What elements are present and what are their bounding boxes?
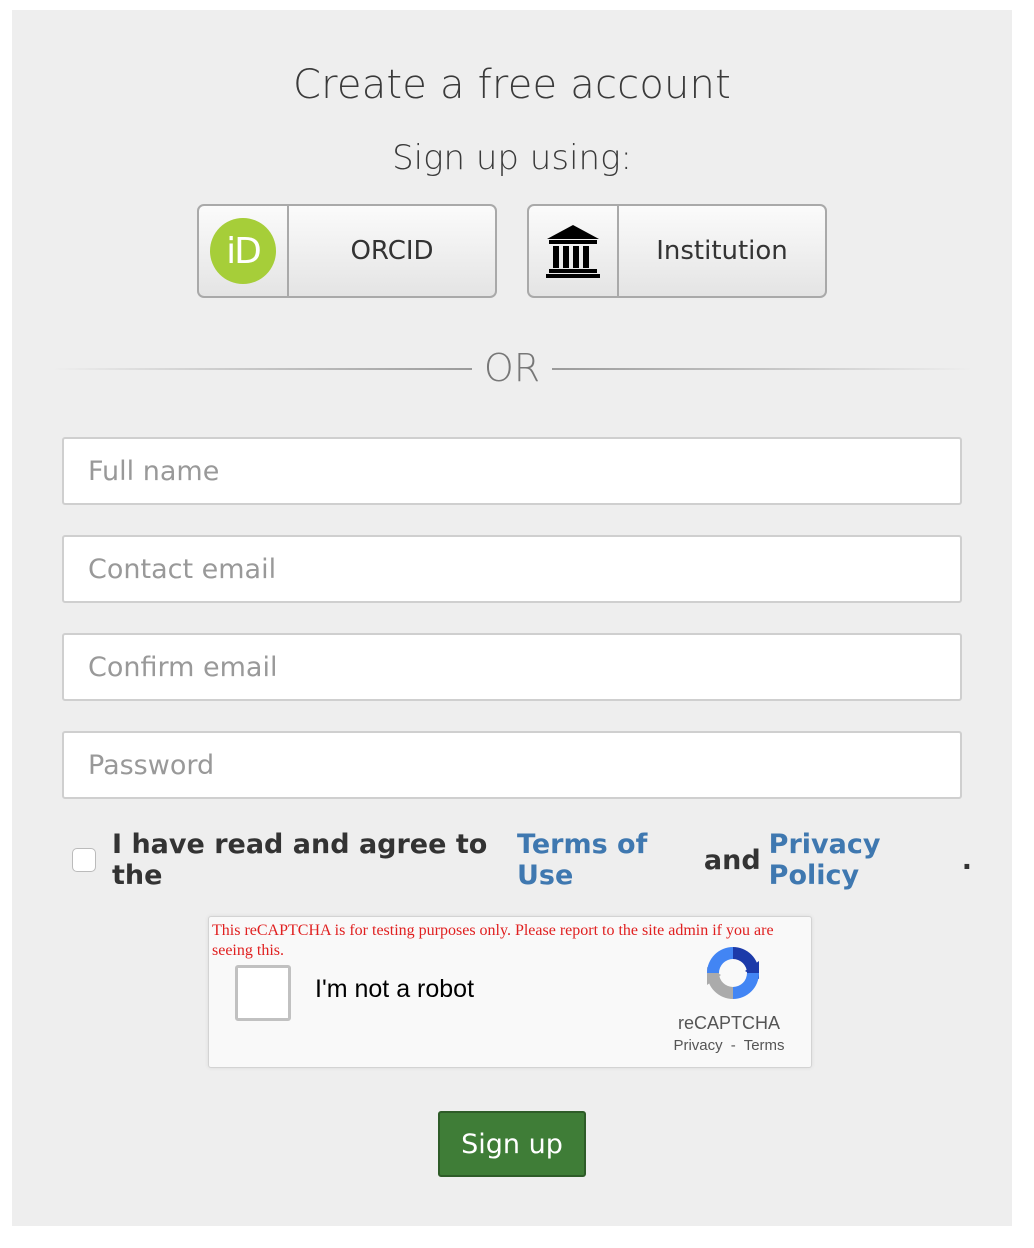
recaptcha-widget: This reCAPTCHA is for testing purposes o… bbox=[208, 916, 812, 1068]
sign-up-button[interactable]: Sign up bbox=[438, 1111, 586, 1177]
recaptcha-terms-link[interactable]: Terms bbox=[744, 1037, 785, 1054]
recaptcha-privacy-link[interactable]: Privacy bbox=[673, 1037, 722, 1054]
terms-agreement: I have read and agree to the Terms of Us… bbox=[72, 829, 973, 891]
confirm-email-input[interactable] bbox=[62, 633, 962, 701]
recaptcha-checkbox[interactable] bbox=[235, 965, 291, 1021]
agreement-conjunction: and bbox=[703, 844, 761, 876]
institution-icon-cell bbox=[529, 206, 619, 296]
recaptcha-brand: reCAPTCHA bbox=[677, 1013, 780, 1033]
orcid-signup-button[interactable]: iD ORCID bbox=[197, 204, 497, 298]
full-name-input[interactable] bbox=[62, 437, 962, 505]
institution-signup-button[interactable]: Institution bbox=[527, 204, 827, 298]
institution-label: Institution bbox=[656, 236, 788, 266]
signup-panel: Create a free account Sign up using: iD … bbox=[12, 10, 1012, 1226]
orcid-label: ORCID bbox=[350, 236, 434, 266]
recaptcha-link-separator: - bbox=[730, 1037, 736, 1054]
recaptcha-logo-icon bbox=[707, 947, 759, 999]
page-title: Create a free account bbox=[293, 62, 731, 108]
contact-email-input[interactable] bbox=[62, 535, 962, 603]
agreement-prefix: I have read and agree to the bbox=[112, 829, 488, 891]
or-divider: OR bbox=[52, 346, 972, 390]
institution-icon bbox=[546, 225, 600, 278]
orcid-icon-cell: iD bbox=[199, 206, 289, 296]
terms-checkbox[interactable] bbox=[72, 848, 96, 872]
agreement-suffix: . bbox=[961, 844, 973, 876]
page-subtitle: Sign up using: bbox=[392, 138, 632, 178]
privacy-policy-link[interactable]: Privacy Policy bbox=[769, 829, 962, 891]
recaptcha-links: Privacy - Terms bbox=[649, 1037, 809, 1054]
password-input[interactable] bbox=[62, 731, 962, 799]
orcid-icon: iD bbox=[210, 218, 276, 284]
divider-line-right bbox=[552, 368, 972, 370]
recaptcha-label: I'm not a robot bbox=[315, 975, 475, 1003]
terms-of-use-link[interactable]: Terms of Use bbox=[517, 829, 696, 891]
